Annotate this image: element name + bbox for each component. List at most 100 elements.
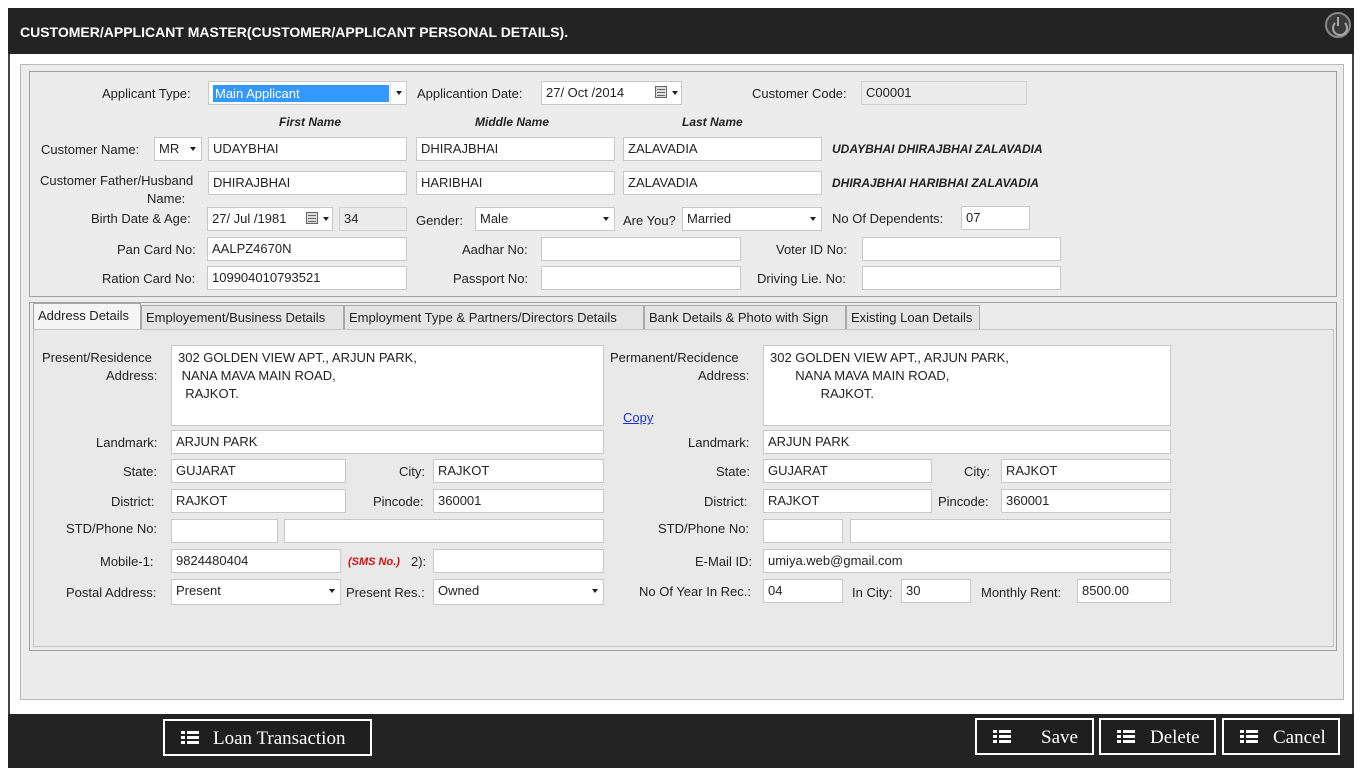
permanent-phone-field[interactable] (850, 519, 1171, 543)
tab-employment-type[interactable]: Employment Type & Partners/Directors Det… (344, 305, 644, 329)
present-state-field[interactable]: GUJARAT (171, 459, 346, 483)
present-state-label: State: (123, 464, 157, 479)
list-icon (181, 731, 199, 745)
permanent-landmark-field[interactable]: ARJUN PARK (763, 430, 1171, 454)
years-in-res-field[interactable]: 04 (763, 579, 843, 603)
chevron-down-icon[interactable] (672, 91, 678, 95)
chevron-down-icon[interactable] (598, 208, 614, 230)
present-pincode-field[interactable]: 360001 (433, 489, 604, 513)
driving-label: Driving Lie. No: (757, 271, 846, 286)
customer-last-name-field[interactable]: ZALAVADIA (623, 137, 822, 161)
applicant-type-select[interactable]: Main Applicant (208, 81, 407, 105)
chevron-down-icon[interactable] (324, 580, 340, 602)
window-border-right (1352, 54, 1354, 714)
loan-transaction-button[interactable]: Loan Transaction (163, 719, 372, 756)
in-city-field[interactable]: 30 (901, 579, 971, 603)
ration-label: Ration Card No: (102, 271, 196, 286)
tab-employment-business[interactable]: Employement/Business Details (141, 305, 344, 329)
present-res-select[interactable]: Owned (433, 579, 604, 605)
email-label: E-Mail ID: (695, 554, 753, 569)
permanent-std-field[interactable] (763, 519, 843, 543)
customer-middle-name-field[interactable]: DHIRAJBHAI (416, 137, 615, 161)
present-std-field[interactable] (171, 519, 278, 543)
mobile2-field[interactable] (433, 549, 604, 573)
application-date-label: Applicantion Date: (417, 86, 523, 101)
birth-date-picker[interactable]: 27/ Jul /1981 (207, 207, 333, 231)
tab-existing-loan[interactable]: Existing Loan Details (846, 305, 980, 329)
copy-address-link[interactable]: Copy (623, 410, 653, 425)
aadhar-field[interactable] (541, 237, 741, 261)
list-icon (993, 730, 1011, 744)
cancel-button[interactable]: Cancel (1222, 718, 1340, 755)
present-pincode-label: Pincode: (373, 494, 424, 509)
permanent-address-field[interactable]: 302 GOLDEN VIEW APT., ARJUN PARK, NANA M… (763, 345, 1171, 426)
present-city-label: City: (399, 464, 425, 479)
father-last-name-field[interactable]: ZALAVADIA (623, 171, 822, 195)
chevron-down-icon[interactable] (185, 138, 201, 160)
present-landmark-field[interactable]: ARJUN PARK (171, 430, 604, 454)
present-landmark-label: Landmark: (96, 435, 158, 450)
chevron-down-icon[interactable] (390, 82, 406, 104)
save-button[interactable]: Save (975, 718, 1094, 755)
passport-field[interactable] (541, 266, 741, 290)
in-city-label: In City: (852, 585, 893, 600)
driving-field[interactable] (862, 266, 1061, 290)
loan-transaction-label: Loan Transaction (213, 728, 346, 749)
email-field[interactable]: umiya.web@gmail.com (763, 549, 1171, 573)
power-icon[interactable] (1325, 12, 1351, 38)
title-bar: CUSTOMER/APPLICANT MASTER(CUSTOMER/APPLI… (8, 8, 1354, 54)
dependents-field[interactable]: 07 (961, 206, 1030, 230)
permanent-phone-label: STD/Phone No: (658, 521, 750, 536)
middle-name-header: Middle Name (475, 115, 550, 129)
first-name-header: First Name (279, 115, 342, 129)
chevron-down-icon[interactable] (323, 217, 329, 221)
monthly-rent-field[interactable]: 8500.00 (1077, 579, 1171, 603)
pan-field[interactable]: AALPZ4670N (207, 237, 407, 261)
permanent-pincode-label: Pincode: (938, 494, 989, 509)
customer-first-name-field[interactable]: UDAYBHAI (208, 137, 407, 161)
passport-label: Passport No: (453, 271, 529, 286)
permanent-city-field[interactable]: RAJKOT (1001, 459, 1171, 483)
permanent-address-label-line1: Permanent/Recidence (610, 350, 739, 365)
postal-address-select[interactable]: Present (171, 579, 341, 605)
name-title-select[interactable]: MR (154, 137, 202, 161)
marital-value: Married (687, 211, 732, 226)
father-middle-name-field[interactable]: HARIBHAI (416, 171, 615, 195)
chevron-down-icon[interactable] (587, 580, 603, 602)
father-husband-label-line2: Name: (147, 191, 186, 206)
permanent-state-field[interactable]: GUJARAT (763, 459, 932, 483)
present-res-label: Present Res.: (346, 585, 425, 600)
voter-label: Voter ID No: (776, 242, 847, 257)
mobile1-field[interactable]: 9824480404 (171, 549, 341, 573)
gender-value: Male (480, 211, 509, 226)
marital-select[interactable]: Married (682, 207, 822, 231)
present-res-value: Owned (438, 583, 480, 598)
present-phone-field[interactable] (284, 519, 604, 543)
permanent-landmark-label: Landmark: (688, 435, 750, 450)
application-date-value: 27/ Oct /2014 (546, 85, 625, 100)
last-name-header: Last Name (682, 115, 743, 129)
present-city-field[interactable]: RAJKOT (433, 459, 604, 483)
voter-field[interactable] (862, 237, 1061, 261)
tab-bank-details[interactable]: Bank Details & Photo with Sign (644, 305, 846, 329)
ration-field[interactable]: 109904010793521 (207, 266, 407, 290)
chevron-down-icon[interactable] (805, 208, 821, 230)
present-district-field[interactable]: RAJKOT (171, 489, 346, 513)
permanent-city-label: City: (964, 464, 990, 479)
sms-no-label: (SMS No.) (348, 556, 400, 568)
application-date-picker[interactable]: 27/ Oct /2014 (541, 81, 682, 105)
customer-code-field[interactable]: C00001 (861, 81, 1027, 105)
permanent-district-label: District: (704, 494, 748, 509)
father-first-name-field[interactable]: DHIRAJBHAI (208, 171, 407, 195)
calendar-icon[interactable] (306, 212, 318, 224)
applicant-type-value: Main Applicant (213, 85, 389, 102)
age-field[interactable]: 34 (339, 207, 407, 231)
permanent-pincode-field[interactable]: 360001 (1001, 489, 1171, 513)
present-address-field[interactable]: 302 GOLDEN VIEW APT., ARJUN PARK, NANA M… (171, 345, 604, 426)
permanent-district-field[interactable]: RAJKOT (763, 489, 932, 513)
tab-address-details[interactable]: Address Details (33, 303, 141, 330)
gender-select[interactable]: Male (475, 207, 615, 231)
delete-button[interactable]: Delete (1099, 718, 1216, 755)
present-address-label-line2: Address: (106, 368, 158, 383)
calendar-icon[interactable] (655, 86, 667, 98)
